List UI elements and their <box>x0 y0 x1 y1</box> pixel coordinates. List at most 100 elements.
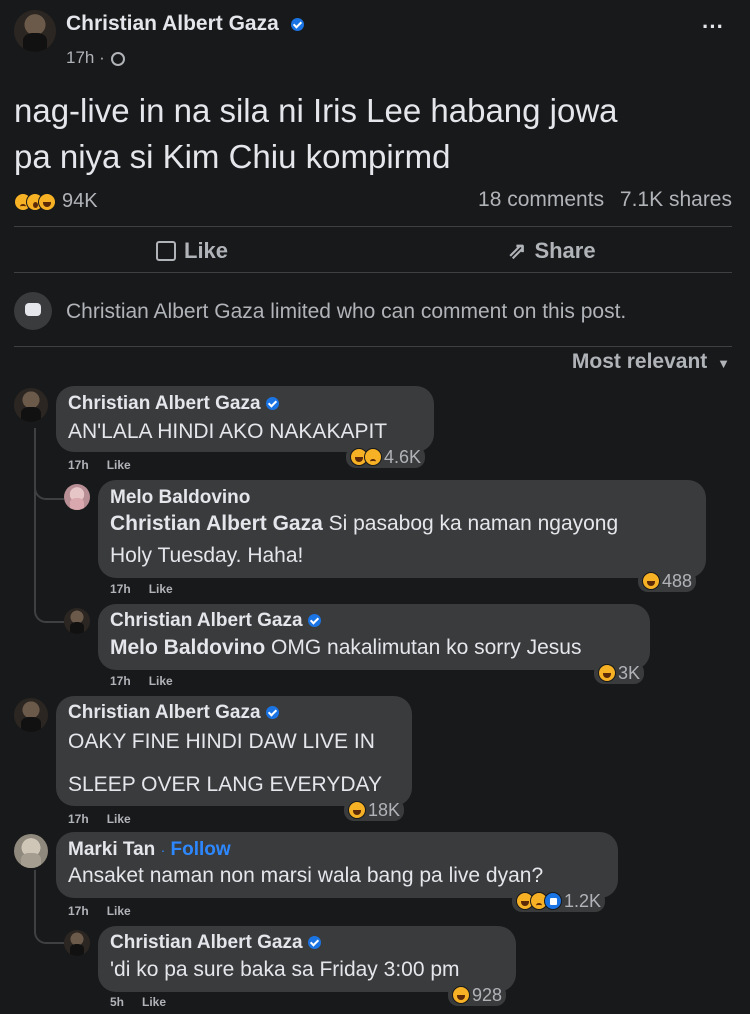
comment-author[interactable]: Marki Tan <box>68 839 155 860</box>
post-stats: 18 comments 7.1K shares <box>478 188 732 212</box>
comment-reaction-count: 1.2K <box>564 890 602 911</box>
comment-text: Melo Baldovino OMG nakalimutan ko sorry … <box>110 636 581 660</box>
haha-reaction-icon <box>38 192 56 211</box>
shares-count-link[interactable]: 7.1K shares <box>620 188 732 211</box>
like-button[interactable]: Like <box>156 238 228 264</box>
comment-mention[interactable]: Christian Albert Gaza <box>110 512 323 535</box>
avatar[interactable] <box>14 388 48 422</box>
comment-like-button[interactable]: Like <box>149 674 173 688</box>
comment-author-row: Marki Tan · Follow <box>68 839 231 860</box>
comment-like-button[interactable]: Like <box>107 904 131 918</box>
verified-badge-icon <box>265 706 279 720</box>
follow-button[interactable]: Follow <box>171 839 231 860</box>
comment-reaction-count: 4.6K <box>384 446 422 467</box>
avatar[interactable] <box>64 930 90 956</box>
comment-reactions[interactable]: 3K <box>594 662 645 684</box>
comment-text-part: Si pasabog ka naman ngayong <box>322 512 619 535</box>
post-author-row: Christian Albert Gaza <box>66 12 304 36</box>
thread-line <box>34 428 64 623</box>
comment-text: Holy Tuesday. Haha! <box>110 544 304 567</box>
comment-text: SLEEP OVER LANG EVERYDAY <box>68 773 382 796</box>
avatar[interactable] <box>14 834 48 868</box>
comment-text: AN'LALA HINDI AKO NAKAKAPIT <box>68 420 388 443</box>
comment-like-button[interactable]: Like <box>149 582 173 596</box>
comment-author-row: Christian Albert Gaza <box>110 932 321 954</box>
share-button-label: Share <box>534 238 596 263</box>
verified-badge-icon <box>290 17 304 31</box>
comment-author[interactable]: Christian Albert Gaza <box>110 610 303 631</box>
comment-author[interactable]: Christian Albert Gaza <box>110 932 303 953</box>
share-button[interactable]: ⇗ Share <box>508 238 596 264</box>
comment-author-row: Christian Albert Gaza <box>68 393 279 415</box>
comments-count-link[interactable]: 18 comments <box>478 188 604 211</box>
post-time-row: 17h · <box>66 48 126 68</box>
avatar[interactable] <box>64 484 90 510</box>
share-icon: ⇗ <box>508 238 527 263</box>
comment-text-part: OMG nakalimutan ko sorry Jesus <box>265 636 582 659</box>
like-icon <box>156 241 176 261</box>
globe-icon <box>111 51 126 66</box>
comment-meta: 17h Like <box>68 458 149 472</box>
comment-reaction-count: 3K <box>618 662 641 683</box>
comment-meta: 17h Like <box>68 904 149 918</box>
comment-time[interactable]: 17h <box>68 458 89 472</box>
comment-reactions[interactable]: 1.2K <box>512 890 606 912</box>
divider <box>14 346 732 347</box>
more-options-button[interactable]: ··· <box>702 14 724 40</box>
comment-time[interactable]: 17h <box>68 812 89 826</box>
comment-time[interactable]: 5h <box>110 995 124 1009</box>
avatar[interactable] <box>64 608 90 634</box>
comment-text: Ansaket naman non marsi wala bang pa liv… <box>68 864 544 887</box>
comment-reaction-count: 18K <box>368 799 401 820</box>
comment-meta: 17h Like <box>110 674 191 688</box>
divider <box>14 272 732 273</box>
comment-sort-dropdown[interactable]: Most relevant ▼ <box>572 350 730 374</box>
post-text-line: nag-live in na sila ni Iris Lee habang j… <box>14 92 618 129</box>
comment-like-button[interactable]: Like <box>142 995 166 1009</box>
comment-time[interactable]: 17h <box>110 582 131 596</box>
haha-reaction-icon <box>452 986 470 1004</box>
comment-author[interactable]: Christian Albert Gaza <box>68 702 261 723</box>
post-text: nag-live in na sila ni Iris Lee habang j… <box>14 88 618 180</box>
comment-like-button[interactable]: Like <box>107 458 131 472</box>
comment-author-row: Christian Albert Gaza <box>110 610 321 632</box>
comment-like-button[interactable]: Like <box>107 812 131 826</box>
reaction-count: 94K <box>62 190 98 212</box>
divider <box>14 226 732 227</box>
comment-reactions[interactable]: 488 <box>638 570 697 592</box>
like-button-label: Like <box>184 238 229 263</box>
comment-reaction-count: 488 <box>662 570 693 591</box>
verified-badge-icon <box>307 614 321 628</box>
comment-meta: 17h Like <box>110 582 191 596</box>
post-time[interactable]: 17h · <box>66 48 105 67</box>
post-author-name[interactable]: Christian Albert Gaza <box>66 12 279 35</box>
haha-reaction-icon <box>348 801 366 819</box>
comment-author[interactable]: Christian Albert Gaza <box>68 393 261 414</box>
comment-meta: 17h Like <box>68 812 149 826</box>
comment-reactions[interactable]: 18K <box>344 799 405 821</box>
comment-reactions[interactable]: 4.6K <box>346 446 426 468</box>
comment-text: Christian Albert Gaza Si pasabog ka nama… <box>110 512 618 536</box>
comment-time[interactable]: 17h <box>68 904 89 918</box>
verified-badge-icon <box>307 936 321 950</box>
like-reaction-icon <box>544 892 562 910</box>
comment-text: 'di ko pa sure baka sa Friday 3:00 pm <box>110 958 460 981</box>
comment-reactions[interactable]: 928 <box>448 984 507 1006</box>
haha-reaction-icon <box>598 664 616 682</box>
comment-text: OAKY FINE HINDI DAW LIVE IN <box>68 730 375 753</box>
comment-meta: 5h Like <box>110 995 184 1009</box>
comment-sort-label: Most relevant <box>571 350 708 373</box>
sad-reaction-icon <box>364 448 382 466</box>
avatar[interactable] <box>14 698 48 732</box>
post-text-line: pa niya si Kim Chiu kompirmd <box>14 138 451 175</box>
comment-mention[interactable]: Melo Baldovino <box>110 636 265 659</box>
chevron-down-icon: ▼ <box>717 356 730 371</box>
author-avatar[interactable] <box>14 10 56 52</box>
haha-reaction-icon <box>642 572 660 590</box>
reaction-summary[interactable]: 94K <box>14 190 98 213</box>
comment-author[interactable]: Melo Baldovino <box>110 487 250 509</box>
comment-time[interactable]: 17h <box>110 674 131 688</box>
comment-author-row: Christian Albert Gaza <box>68 702 279 724</box>
comment-limit-bubble-icon <box>25 303 41 316</box>
comment-reaction-count: 928 <box>472 984 503 1005</box>
